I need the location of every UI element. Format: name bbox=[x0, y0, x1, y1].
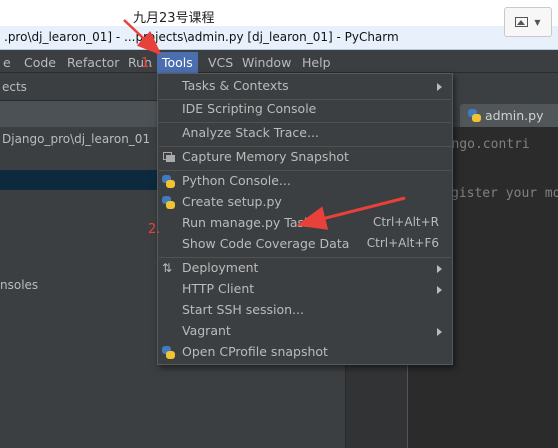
submenu-arrow-icon bbox=[437, 328, 442, 336]
menu-item-analyze-stack-trace[interactable]: Analyze Stack Trace... bbox=[158, 123, 452, 144]
annotation-step-1: 1. bbox=[141, 56, 154, 71]
menu-help[interactable]: Help bbox=[302, 54, 331, 72]
menu-window[interactable]: Window bbox=[242, 54, 291, 72]
annotation-step-2: 2. bbox=[148, 222, 161, 237]
menu-item-open-cprofile-snapshot[interactable]: Open CProfile snapshot bbox=[158, 342, 452, 363]
menu-item-deployment[interactable]: ⇅ Deployment bbox=[158, 258, 452, 279]
menu-code[interactable]: Code bbox=[24, 54, 56, 72]
image-options-button[interactable]: ▼ bbox=[504, 7, 552, 37]
menu-item-show-code-coverage[interactable]: Show Code Coverage Data Ctrl+Alt+F6 bbox=[158, 234, 452, 255]
image-icon bbox=[515, 17, 529, 27]
menu-item-label: Show Code Coverage Data bbox=[182, 236, 350, 251]
tools-menu: Tasks & Contexts IDE Scripting Console A… bbox=[157, 73, 453, 365]
menu-item-python-console[interactable]: Python Console... bbox=[158, 171, 452, 192]
editor-tab-label: admin.py bbox=[485, 108, 544, 123]
menu-edit[interactable]: e bbox=[3, 54, 11, 72]
submenu-arrow-icon bbox=[437, 286, 442, 294]
menu-item-label: Capture Memory Snapshot bbox=[182, 149, 349, 164]
menu-item-run-manage-py-task[interactable]: Run manage.py Task... Ctrl+Alt+R bbox=[158, 213, 452, 234]
menu-bar: e Code Refactor Run Tools VCS Window Hel… bbox=[0, 51, 558, 73]
project-tree-selected-row[interactable] bbox=[0, 170, 158, 190]
menu-item-http-client[interactable]: HTTP Client bbox=[158, 279, 452, 300]
menu-item-label: IDE Scripting Console bbox=[182, 101, 317, 116]
menu-item-label: Open CProfile snapshot bbox=[182, 344, 328, 359]
submenu-arrow-icon bbox=[437, 83, 442, 91]
chevron-down-icon: ▼ bbox=[534, 17, 541, 27]
menu-item-shortcut: Ctrl+Alt+F6 bbox=[366, 236, 439, 250]
menu-item-label: Deployment bbox=[182, 260, 259, 275]
menu-item-label: Create setup.py bbox=[182, 194, 282, 209]
menu-item-label: Start SSH session... bbox=[182, 302, 304, 317]
python-file-icon bbox=[468, 109, 481, 122]
python-icon bbox=[162, 175, 176, 189]
course-title-strip: 九月23号课程 bbox=[0, 0, 558, 26]
project-consoles-item[interactable]: nsoles bbox=[0, 278, 38, 292]
menu-item-shortcut: Ctrl+Alt+R bbox=[372, 215, 439, 229]
editor-tab-admin[interactable]: admin.py bbox=[460, 104, 558, 127]
window-title: .pro\dj_learon_01] - ...projects\admin.p… bbox=[4, 30, 399, 44]
submenu-arrow-icon bbox=[437, 265, 442, 273]
window-titlebar: .pro\dj_learon_01] - ...projects\admin.p… bbox=[0, 26, 558, 50]
menu-item-tasks-contexts[interactable]: Tasks & Contexts bbox=[158, 76, 452, 97]
menu-item-label: Analyze Stack Trace... bbox=[182, 125, 319, 140]
menu-item-label: Python Console... bbox=[182, 173, 291, 188]
deployment-icon: ⇅ bbox=[162, 261, 173, 275]
menu-item-ide-scripting-console[interactable]: IDE Scripting Console bbox=[158, 99, 452, 120]
menu-item-label: HTTP Client bbox=[182, 281, 255, 296]
project-panel-title: ects bbox=[2, 80, 27, 94]
python-icon bbox=[162, 346, 176, 360]
course-title: 九月23号课程 bbox=[133, 11, 215, 26]
menu-item-vagrant[interactable]: Vagrant bbox=[158, 321, 452, 342]
menu-item-label: Tasks & Contexts bbox=[182, 78, 289, 93]
menu-vcs[interactable]: VCS bbox=[208, 54, 233, 72]
memory-snapshot-icon bbox=[163, 152, 175, 162]
menu-item-label: Vagrant bbox=[182, 323, 231, 338]
menu-refactor[interactable]: Refactor bbox=[67, 54, 119, 72]
menu-item-create-setup-py[interactable]: Create setup.py bbox=[158, 192, 452, 213]
menu-item-start-ssh-session[interactable]: Start SSH session... bbox=[158, 300, 452, 321]
python-icon bbox=[162, 196, 176, 210]
menu-tools[interactable]: Tools bbox=[157, 52, 198, 73]
code-line: gister your mo bbox=[451, 186, 558, 201]
project-root-path[interactable]: Django_pro\dj_learon_01 bbox=[2, 132, 150, 146]
menu-item-label: Run manage.py Task... bbox=[182, 215, 324, 230]
menu-item-capture-memory-snapshot[interactable]: Capture Memory Snapshot bbox=[158, 147, 452, 168]
